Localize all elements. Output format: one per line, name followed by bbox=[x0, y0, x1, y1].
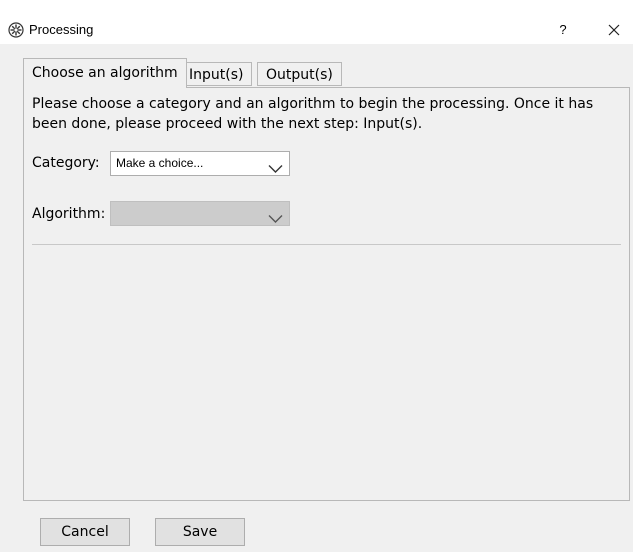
window-title: Processing bbox=[29, 22, 94, 37]
chevron-down-icon bbox=[268, 209, 283, 223]
close-icon bbox=[608, 21, 620, 40]
algorithm-select[interactable] bbox=[110, 201, 290, 226]
category-select-value: Make a choice... bbox=[116, 156, 204, 170]
category-label: Category: bbox=[32, 155, 100, 171]
close-button[interactable] bbox=[599, 17, 629, 43]
algorithm-label: Algorithm: bbox=[32, 206, 106, 222]
separator-line bbox=[32, 244, 621, 245]
tab-choose-algorithm[interactable]: Choose an algorithm bbox=[23, 58, 187, 88]
processing-dialog: Processing ? Choose an algorithm Input(s… bbox=[0, 0, 633, 552]
help-button[interactable]: ? bbox=[551, 18, 575, 42]
tab-inputs[interactable]: Input(s) bbox=[180, 62, 253, 86]
tab-outputs[interactable]: Output(s) bbox=[257, 62, 342, 86]
tab-panel-choose-algorithm: Please choose a category and an algorith… bbox=[23, 87, 630, 501]
chevron-down-icon bbox=[268, 159, 283, 173]
title-bar: Processing ? bbox=[0, 0, 633, 44]
instructions-text: Please choose a category and an algorith… bbox=[32, 96, 594, 132]
cancel-button[interactable]: Cancel bbox=[40, 518, 130, 546]
save-button[interactable]: Save bbox=[155, 518, 245, 546]
processing-gear-icon bbox=[8, 22, 24, 38]
category-select[interactable]: Make a choice... bbox=[110, 151, 290, 176]
